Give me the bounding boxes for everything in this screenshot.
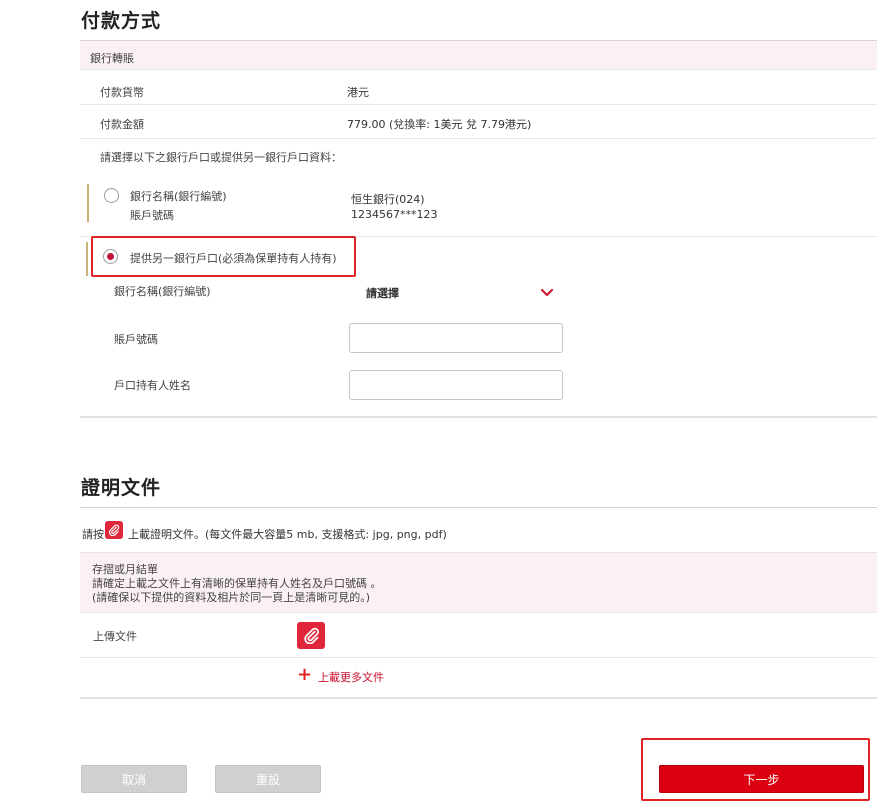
- option-accent-bar: [86, 242, 88, 276]
- existing-bank-name-label: 銀行名稱(銀行編號): [130, 190, 227, 203]
- section-divider: [80, 416, 877, 418]
- chevron-down-icon[interactable]: [540, 288, 554, 298]
- choose-account-prompt: 請選擇以下之銀行戶口或提供另一銀行戶口資料：: [100, 151, 342, 164]
- account-no-input[interactable]: [349, 323, 563, 353]
- account-no-label: 賬戶號碼: [114, 333, 158, 346]
- plus-icon[interactable]: +: [297, 666, 312, 684]
- option-accent-bar: [87, 184, 89, 222]
- bank-transfer-header: 銀行轉賬: [80, 40, 877, 70]
- paperclip-icon[interactable]: [105, 521, 123, 539]
- cancel-button[interactable]: 取消: [81, 765, 187, 793]
- payment-method-title: 付款方式: [81, 10, 162, 32]
- statement-note-2: (請確保以下提供的資料及相片於同一頁上是清晰可見的。): [92, 591, 371, 604]
- other-account-option-label[interactable]: 提供另一銀行戶口(必須為保單持有人持有): [130, 250, 337, 266]
- amount-value: 779.00 (兌換率: 1美元 兌 7.79港元): [347, 118, 532, 131]
- existing-bank-name-value: 恒生銀行(024): [351, 193, 425, 206]
- reset-button[interactable]: 重設: [215, 765, 321, 793]
- upload-instruction-prefix: 請按: [82, 528, 104, 541]
- bank-transfer-label: 銀行轉賬: [90, 52, 134, 65]
- upload-instruction-text: 上載證明文件。(每文件最大容量5 mb, 支援格式: jpg, png, pdf…: [128, 528, 447, 541]
- documents-title: 證明文件: [81, 477, 162, 499]
- other-account-radio[interactable]: [103, 249, 118, 264]
- upload-file-label: 上傳文件: [93, 630, 137, 643]
- amount-label: 付款金額: [100, 118, 144, 131]
- upload-more-link[interactable]: 上載更多文件: [318, 669, 384, 685]
- existing-account-no-label: 賬戶號碼: [130, 209, 174, 222]
- bank-select-value[interactable]: 請選擇: [366, 285, 399, 301]
- existing-account-radio[interactable]: [104, 188, 119, 203]
- section-divider: [80, 697, 877, 699]
- divider: [80, 657, 877, 658]
- paperclip-icon[interactable]: [297, 622, 325, 649]
- existing-account-no-value: 1234567***123: [351, 208, 438, 221]
- divider: [80, 104, 877, 105]
- next-step-button[interactable]: 下一步: [659, 765, 864, 793]
- divider: [80, 612, 877, 613]
- divider: [80, 507, 877, 508]
- account-holder-label: 戶口持有人姓名: [114, 379, 191, 392]
- divider: [80, 138, 877, 139]
- account-holder-input[interactable]: [349, 370, 563, 400]
- bank-name-label: 銀行名稱(銀行編號): [114, 285, 211, 298]
- currency-value: 港元: [347, 86, 369, 99]
- currency-label: 付款貨幣: [100, 86, 144, 99]
